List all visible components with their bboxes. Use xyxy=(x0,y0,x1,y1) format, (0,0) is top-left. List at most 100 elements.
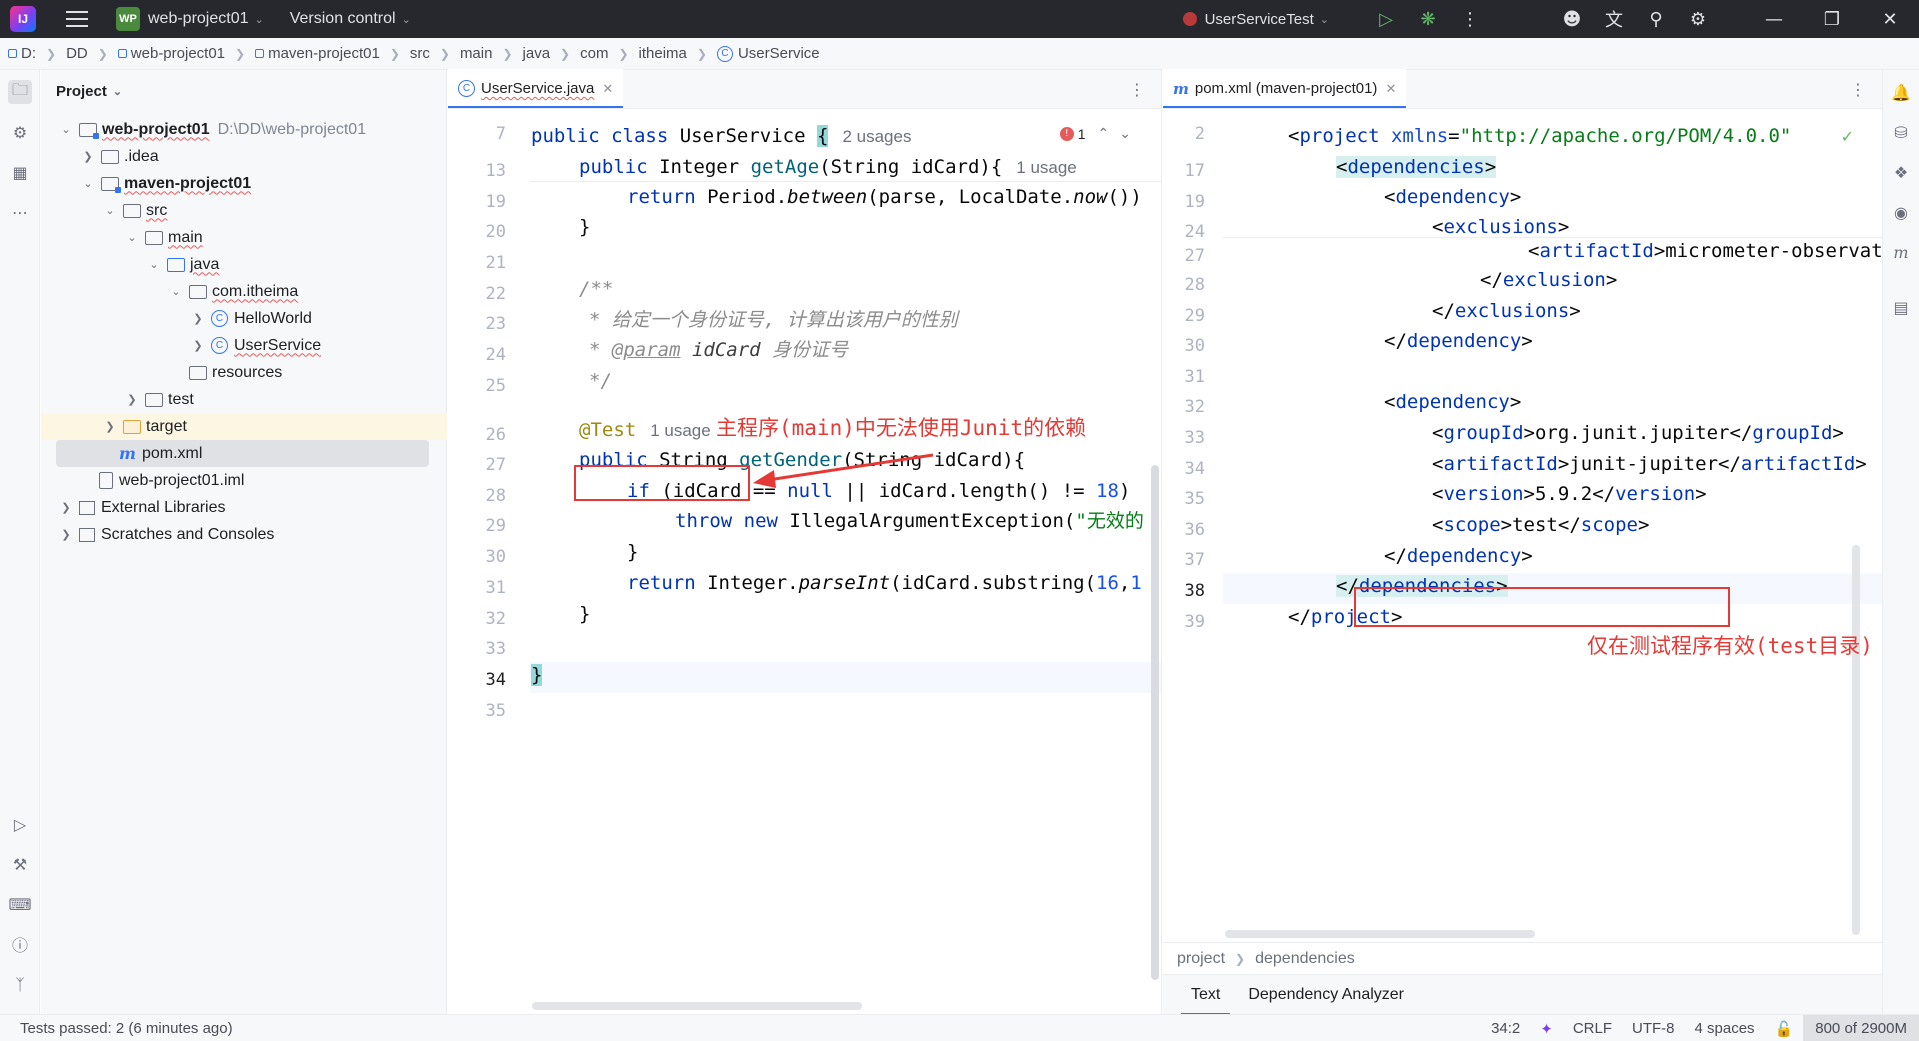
usage-hint[interactable]: 2 usages xyxy=(842,127,911,146)
close-icon[interactable]: ✕ xyxy=(1385,81,1396,97)
xml-editor[interactable]: m pom.xml (maven-project01) ✕ ⋮ 2 17 19 … xyxy=(1163,69,1882,1015)
chevron-down-icon: ⌄ xyxy=(171,286,181,298)
breadcrumb-item[interactable]: com ❯ xyxy=(580,45,638,62)
run-tool-icon[interactable]: ▷ xyxy=(8,812,32,836)
file-encoding[interactable]: UTF-8 xyxy=(1622,1020,1685,1037)
line-separator[interactable]: CRLF xyxy=(1563,1020,1622,1037)
more-tools-icon[interactable]: ⋯ xyxy=(8,200,32,224)
run-icon[interactable]: ▷ xyxy=(1365,0,1407,38)
breadcrumb-item[interactable]: web-project01 ❯ xyxy=(117,45,255,62)
structure-icon[interactable]: ▦ xyxy=(8,160,32,184)
code-area[interactable]: <project xmlns="http://apache.org/POM/4.… xyxy=(1223,109,1882,1014)
restore-icon[interactable]: ❐ xyxy=(1803,0,1861,38)
more-actions-icon[interactable]: ⋮ xyxy=(1449,0,1491,38)
vcs-menu[interactable]: Version control ⌄ xyxy=(282,0,411,38)
code-area[interactable]: public class UserService {2 usages publi… xyxy=(530,109,1161,1014)
project-tool-icon[interactable]: 🗀 xyxy=(8,80,32,104)
drive-icon xyxy=(8,49,17,58)
tree-item-src[interactable]: ⌄ src xyxy=(41,197,447,224)
tree-item-external-libraries[interactable]: ❯ External Libraries xyxy=(41,494,447,521)
tree-item-maven-project01[interactable]: ⌄ maven-project01 xyxy=(41,170,447,197)
services-icon[interactable]: ⚙ xyxy=(8,120,32,144)
project-panel-header[interactable]: Project ⌄ xyxy=(41,70,446,112)
tab-userservice-java[interactable]: C UserService.java ✕ xyxy=(448,69,624,108)
run-config-selector[interactable]: UserServiceTest ⌄ xyxy=(1182,11,1329,28)
error-indicator[interactable]: ! 1 ⌃ ⌄ xyxy=(1059,125,1131,142)
ai-assistant-icon[interactable]: ◉ xyxy=(1889,200,1913,224)
main-menu-icon[interactable] xyxy=(66,11,88,27)
tree-item-main[interactable]: ⌄ main xyxy=(41,224,447,251)
maven-icon[interactable]: m xyxy=(1889,240,1913,264)
tree-item-resources[interactable]: resources xyxy=(41,359,447,386)
scratches-icon xyxy=(79,527,95,542)
account-icon[interactable]: ☻ xyxy=(1551,0,1593,38)
breadcrumb-item[interactable]: C UserService xyxy=(716,45,820,62)
java-editor[interactable]: C UserService.java ✕ ⋮ 7 13 19 20 21 22 … xyxy=(448,69,1162,1014)
debug-icon[interactable]: ❋ xyxy=(1407,0,1449,38)
tree-item-pom-xml[interactable]: m pom.xml xyxy=(56,440,429,467)
chevron-down-icon[interactable]: ⌄ xyxy=(1119,125,1131,142)
vertical-scrollbar[interactable] xyxy=(1852,545,1860,935)
memory-indicator[interactable]: 800 of 2900M xyxy=(1803,1015,1919,1041)
more-icon[interactable]: ⋮ xyxy=(1850,80,1866,99)
breadcrumb-item[interactable]: java ❯ xyxy=(523,45,581,62)
tree-item-test[interactable]: ❯ test xyxy=(41,386,447,413)
tree-item-java[interactable]: ⌄ java xyxy=(41,251,447,278)
tree-item-scratches[interactable]: ❯ Scratches and Consoles xyxy=(41,521,447,548)
ai-status-icon[interactable]: ✦ xyxy=(1530,1020,1563,1038)
code-line: </dependency> xyxy=(1384,330,1533,352)
chevron-up-icon[interactable]: ⌃ xyxy=(1098,125,1110,142)
breadcrumb-item[interactable]: maven-project01 ❯ xyxy=(255,45,410,62)
problems-icon[interactable]: ⓘ xyxy=(8,932,32,956)
git-icon[interactable]: ᛉ xyxy=(8,972,32,996)
notifications-icon[interactable]: 🔔 xyxy=(1889,80,1913,104)
breadcrumb-item[interactable]: DD ❯ xyxy=(66,45,118,62)
lock-icon[interactable]: 🔓 xyxy=(1765,1020,1804,1038)
xml-breadcrumb-item[interactable]: dependencies xyxy=(1255,950,1355,968)
settings-icon[interactable]: ⚙ xyxy=(1677,0,1719,38)
horizontal-scrollbar[interactable] xyxy=(1225,930,1535,938)
app-logo-icon[interactable]: IJ xyxy=(10,6,36,32)
project-switcher[interactable]: web-project01 ⌄ xyxy=(140,0,264,38)
tree-item-iml[interactable]: web-project01.iml xyxy=(41,467,447,494)
database-icon[interactable]: ⛁ xyxy=(1889,120,1913,144)
usage-hint[interactable]: 1 usage xyxy=(650,421,711,440)
build-icon[interactable]: ⚒ xyxy=(8,852,32,876)
project-badge[interactable]: WP xyxy=(116,7,140,31)
tree-item-helloworld[interactable]: ❯ C HelloWorld xyxy=(41,305,447,332)
status-message[interactable]: Tests passed: 2 (6 minutes ago) xyxy=(20,1020,233,1037)
translation-icon[interactable]: ▤ xyxy=(1889,295,1913,319)
close-icon[interactable]: ✕ xyxy=(602,81,613,97)
minimize-icon[interactable]: — xyxy=(1745,0,1803,38)
file-icon xyxy=(99,472,113,489)
tree-item-com-itheima[interactable]: ⌄ com.itheima xyxy=(41,278,447,305)
search-icon[interactable]: ⚲ xyxy=(1635,0,1677,38)
terminal-icon[interactable]: ⌨ xyxy=(8,892,32,916)
horizontal-scrollbar[interactable] xyxy=(532,1002,862,1010)
annotation-note: 主程序(main)中无法使用Junit的依赖 xyxy=(716,416,1087,440)
tab-pom-xml[interactable]: m pom.xml (maven-project01) ✕ xyxy=(1163,69,1407,108)
vertical-scrollbar[interactable] xyxy=(1151,465,1159,980)
tree-item-userservice[interactable]: ❯ C UserService xyxy=(41,332,447,359)
close-icon[interactable]: ✕ xyxy=(1861,0,1919,38)
tree-item-idea[interactable]: ❯ .idea xyxy=(41,143,447,170)
tree-item-target[interactable]: ❯ target xyxy=(41,413,447,440)
xml-breadcrumb-item[interactable]: project xyxy=(1177,950,1225,968)
indent-setting[interactable]: 4 spaces xyxy=(1685,1020,1765,1037)
plugin-icon[interactable]: ❖ xyxy=(1889,160,1913,184)
tab-text[interactable]: Text xyxy=(1177,975,1234,1015)
usage-hint[interactable]: 1 usage xyxy=(1016,158,1077,177)
maven-icon: m xyxy=(1173,79,1189,98)
more-icon[interactable]: ⋮ xyxy=(1129,80,1145,99)
translate-icon[interactable]: 文 xyxy=(1593,0,1635,38)
breadcrumb-item[interactable]: src ❯ xyxy=(410,45,460,62)
tree-item-web-project01[interactable]: ⌄ web-project01 D:\DD\web-project01 xyxy=(41,116,447,143)
code-line: <artifactId>junit-jupiter</artifactId> xyxy=(1432,453,1867,475)
line-number: 23 xyxy=(485,314,506,334)
breadcrumb-item[interactable]: main ❯ xyxy=(460,45,523,62)
tab-dependency-analyzer[interactable]: Dependency Analyzer xyxy=(1234,975,1418,1015)
caret-position[interactable]: 34:2 xyxy=(1481,1020,1530,1037)
library-icon xyxy=(79,500,95,515)
breadcrumb-item[interactable]: itheima ❯ xyxy=(639,45,717,62)
breadcrumb-item[interactable]: D: ❯ xyxy=(8,45,66,62)
